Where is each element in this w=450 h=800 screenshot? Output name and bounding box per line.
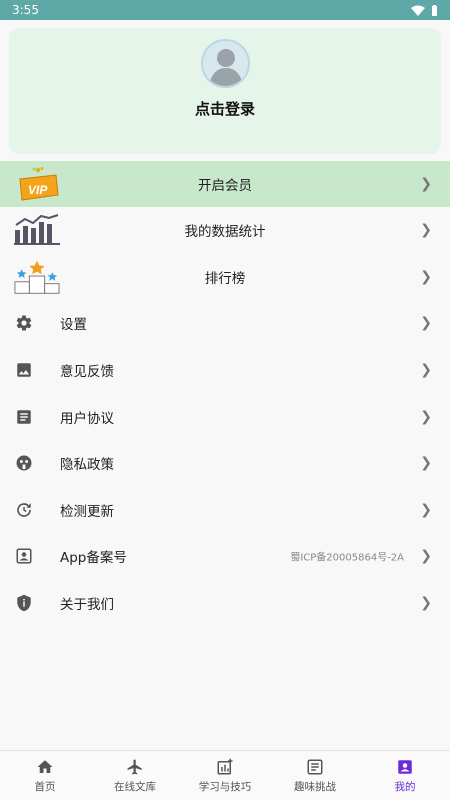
menu-row-vip[interactable]: VIP 开启会员 ❯ — [0, 161, 450, 207]
menu-row-data-stats[interactable]: 我的数据统计 ❯ — [0, 207, 450, 254]
image-icon — [0, 361, 60, 379]
nav-label-home: 首页 — [34, 780, 56, 793]
chevron-right-icon: ❯ — [420, 268, 432, 285]
profile-card[interactable]: 点击登录 — [9, 28, 441, 154]
avatar-placeholder-icon — [202, 41, 248, 86]
menu-label-vip: 开启会员 — [198, 178, 252, 194]
menu-label-user-agreement: 用户协议 — [60, 410, 114, 427]
refresh-icon — [0, 501, 60, 519]
wifi-icon — [411, 5, 425, 16]
chevron-right-icon: ❯ — [420, 548, 432, 565]
status-bar: 3:55 — [0, 0, 450, 20]
chevron-right-icon: ❯ — [420, 362, 432, 379]
menu-label-about: 关于我们 — [60, 597, 114, 614]
menu-row-feedback[interactable]: 意见反馈 ❯ — [0, 347, 450, 394]
menu-row-settings[interactable]: 设置 ❯ — [0, 300, 450, 347]
menu-list: VIP 开启会员 ❯ 我的数据统计 ❯ 排行榜 ❯ 设置 ❯ 意见反馈 ❯ 用户… — [0, 161, 450, 626]
podium-icon — [0, 259, 60, 295]
privacy-icon — [0, 454, 60, 472]
menu-label-data-stats: 我的数据统计 — [184, 224, 266, 241]
icp-number: 蜀ICP备20005864号-2A — [290, 552, 404, 564]
chevron-right-icon: ❯ — [420, 408, 432, 425]
menu-row-check-update[interactable]: 检测更新 ❯ — [0, 487, 450, 534]
nav-learning[interactable]: 学习与技巧 — [180, 751, 270, 800]
document-icon — [0, 408, 60, 426]
gear-icon — [0, 314, 60, 332]
info-shield-icon — [0, 594, 60, 612]
nav-label-library: 在线文库 — [114, 780, 156, 793]
nav-home[interactable]: 首页 — [0, 751, 90, 800]
menu-row-icp[interactable]: App备案号 蜀ICP备20005864号-2A ❯ — [0, 533, 450, 580]
chevron-right-icon: ❯ — [420, 501, 432, 518]
profile-icon — [398, 759, 412, 774]
home-icon — [37, 759, 53, 773]
nav-label-learning: 学习与技巧 — [198, 780, 252, 793]
battery-icon — [432, 4, 437, 16]
menu-label-ranking: 排行榜 — [204, 270, 246, 287]
nav-library[interactable]: 在线文库 — [90, 751, 180, 800]
login-label[interactable]: 点击登录 — [195, 98, 255, 119]
chevron-right-icon: ❯ — [420, 315, 432, 332]
menu-row-user-agreement[interactable]: 用户协议 ❯ — [0, 393, 450, 440]
status-icons — [411, 4, 438, 16]
menu-label-check-update: 检测更新 — [60, 503, 114, 520]
menu-label-privacy: 隐私政策 — [60, 457, 114, 474]
chevron-right-icon: ❯ — [420, 455, 432, 472]
stats-plus-icon — [217, 758, 233, 774]
avatar[interactable] — [200, 39, 250, 88]
chevron-right-icon: ❯ — [420, 222, 432, 239]
bar-chart-icon — [0, 214, 60, 246]
vip-badge-text: VIP — [28, 183, 48, 197]
nav-mine[interactable]: 我的 — [360, 751, 450, 800]
chevron-right-icon: ❯ — [420, 595, 432, 612]
menu-row-about[interactable]: 关于我们 ❯ — [0, 580, 450, 627]
vip-badge-icon: VIP — [0, 165, 60, 203]
chevron-right-icon: ❯ — [420, 176, 432, 192]
nav-label-challenge: 趣味挑战 — [294, 780, 336, 793]
id-card-icon — [0, 547, 60, 565]
nav-challenge[interactable]: 趣味挑战 — [270, 751, 360, 800]
menu-label-settings: 设置 — [60, 317, 87, 334]
status-time: 3:55 — [12, 3, 39, 17]
airplane-icon — [127, 759, 142, 774]
bottom-nav: 首页 在线文库 学习与技巧 趣味挑战 我的 — [0, 750, 450, 800]
menu-row-ranking[interactable]: 排行榜 ❯ — [0, 254, 450, 301]
nav-label-mine: 我的 — [394, 780, 416, 793]
list-doc-icon — [307, 759, 323, 774]
menu-row-privacy[interactable]: 隐私政策 ❯ — [0, 440, 450, 487]
menu-label-feedback: 意见反馈 — [60, 364, 114, 381]
